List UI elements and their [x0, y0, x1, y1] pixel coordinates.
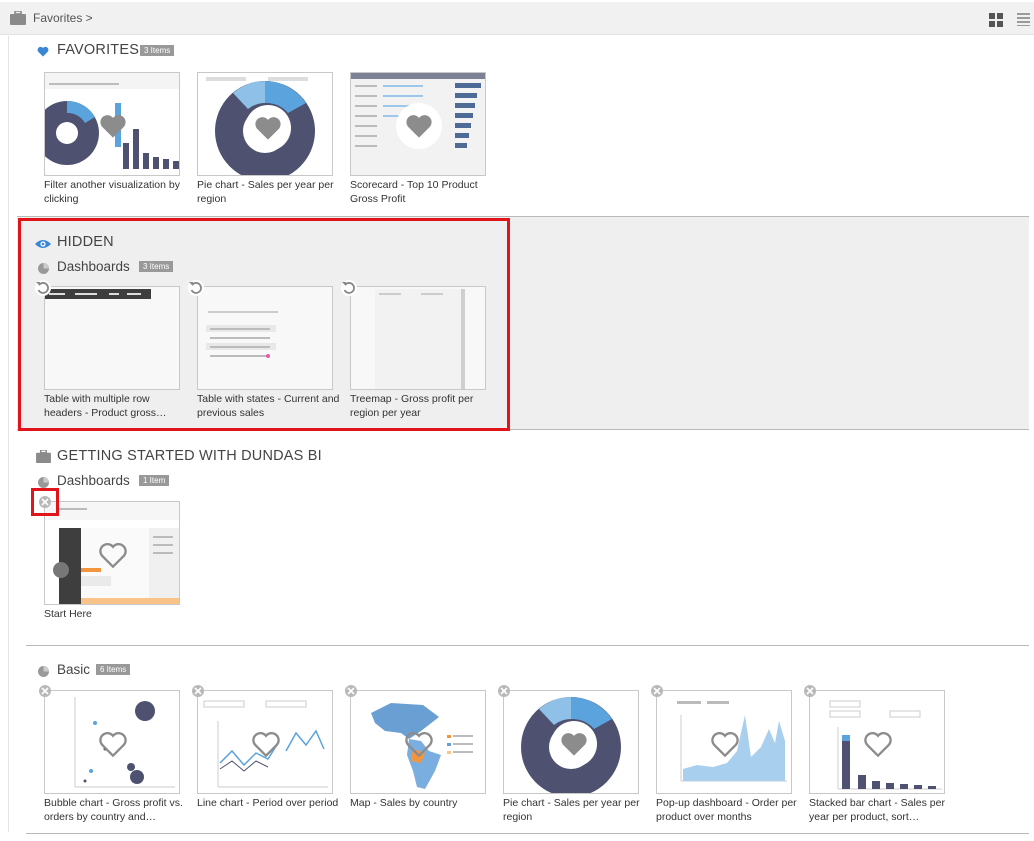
list-view-icon[interactable] [1017, 13, 1030, 31]
close-icon[interactable] [192, 685, 204, 697]
favorites-title: FAVORITES [57, 42, 140, 58]
section-divider [26, 645, 1029, 646]
favorite-card-scorecard[interactable] [350, 72, 486, 176]
favorite-heart-icon[interactable] [702, 721, 748, 767]
dashboard-card-label[interactable]: Pie chart - Sales per year per region [503, 796, 649, 824]
dashboard-card-stacked-bar[interactable] [809, 690, 945, 794]
dashboard-card-label[interactable]: Bubble chart - Gross profit vs. orders b… [44, 796, 190, 824]
favorite-card-label[interactable]: Pie chart - Sales per year per region [197, 178, 343, 206]
favorites-count-badge: 3 Items [140, 45, 175, 56]
dashboard-card-start-here[interactable] [44, 501, 180, 605]
left-divider [8, 36, 9, 832]
close-icon[interactable] [39, 685, 51, 697]
favorite-heart-icon[interactable] [243, 721, 289, 767]
dashboard-card-line-chart[interactable] [197, 690, 333, 794]
favorites-page: Favorites > FAVORITES 3 Items Filter ano… [0, 0, 1034, 841]
getting-started-title: GETTING STARTED WITH DUNDAS BI [57, 448, 322, 464]
dashboard-card-map[interactable] [350, 690, 486, 794]
favorite-heart-icon[interactable] [90, 103, 136, 149]
close-icon[interactable] [498, 685, 510, 697]
hidden-section-highlight [18, 218, 510, 431]
favorite-heart-icon[interactable] [551, 721, 597, 767]
favorite-heart-icon[interactable] [396, 721, 442, 767]
close-icon-highlight [31, 488, 59, 516]
close-icon[interactable] [651, 685, 663, 697]
favorite-heart-icon[interactable] [396, 103, 442, 149]
favorite-heart-icon[interactable] [855, 721, 901, 767]
dashboard-card-pie-chart[interactable] [503, 690, 639, 794]
close-icon[interactable] [345, 685, 357, 697]
top-bar: Favorites > [0, 2, 1034, 35]
dashboard-card-label[interactable]: Start Here [44, 607, 190, 621]
favorite-heart-icon[interactable] [90, 532, 136, 578]
dashboard-icon [38, 664, 49, 682]
dashboard-card-label[interactable]: Pop-up dashboard - Order per product ove… [656, 796, 802, 824]
favorite-card-label[interactable]: Scorecard - Top 10 Product Gross Profit [350, 178, 496, 206]
favorite-heart-icon[interactable] [245, 105, 291, 151]
dashboard-card-bubble-chart[interactable] [44, 690, 180, 794]
getting-started-group-title: Dashboards [57, 473, 130, 488]
dashboard-card-popup[interactable] [656, 690, 792, 794]
dashboard-card-label[interactable]: Line chart - Period over period [197, 796, 343, 810]
breadcrumb[interactable]: Favorites > [33, 11, 93, 25]
dashboard-card-label[interactable]: Stacked bar chart - Sales per year per p… [809, 796, 955, 824]
briefcase-icon [36, 449, 51, 468]
basic-group-title: Basic [57, 662, 91, 677]
favorite-card-filter-visualization[interactable] [44, 72, 180, 176]
close-icon[interactable] [804, 685, 816, 697]
grid-view-icon[interactable] [989, 13, 1003, 32]
dashboard-card-label[interactable]: Map - Sales by country [350, 796, 496, 810]
heart-icon [37, 44, 49, 62]
favorite-card-pie-chart[interactable] [197, 72, 333, 176]
favorite-card-label[interactable]: Filter another visualization by clicking [44, 178, 190, 206]
basic-count-badge: 6 Items [96, 664, 131, 675]
favorite-heart-icon[interactable] [90, 721, 136, 767]
section-divider [26, 833, 1029, 834]
briefcase-icon [10, 10, 26, 30]
getting-started-count-badge: 1 Item [139, 475, 170, 486]
